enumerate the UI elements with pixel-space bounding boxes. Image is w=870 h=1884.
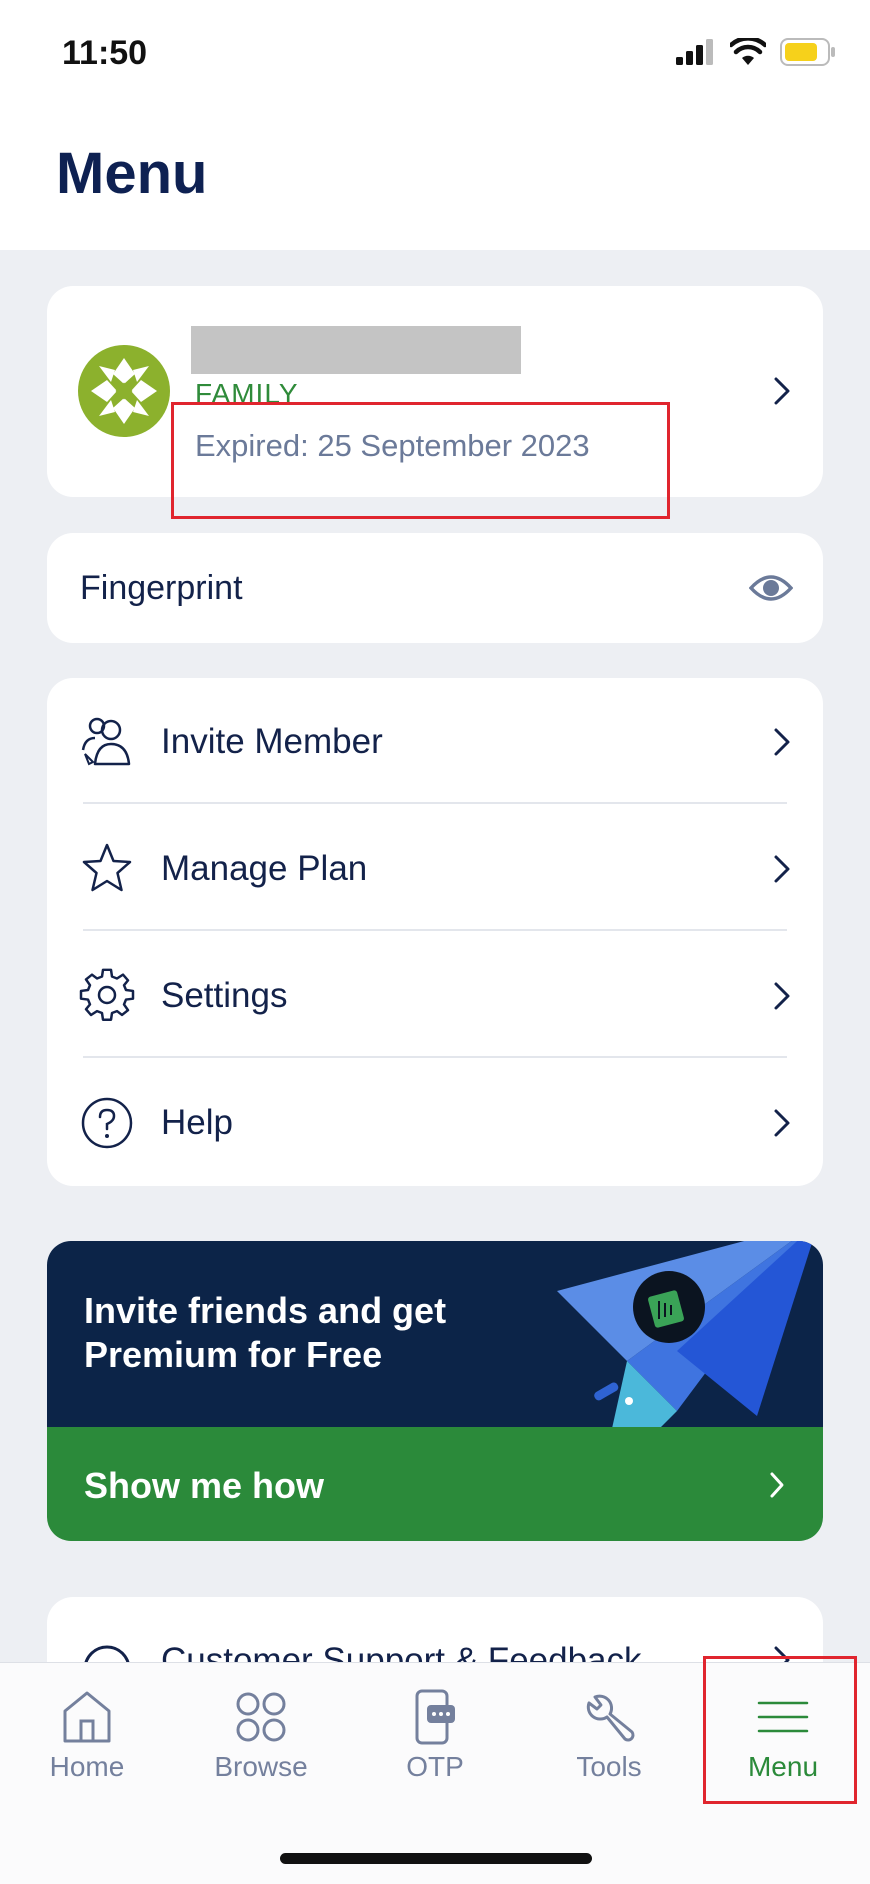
chevron-right-icon <box>770 1472 784 1498</box>
status-time: 11:50 <box>62 34 148 72</box>
invite-promo-banner: Invite friends and get Premium for Free … <box>47 1241 823 1541</box>
account-card[interactable]: FAMILY Expired: 25 September 2023 <box>47 286 823 497</box>
header: Menu <box>0 110 870 250</box>
battery-icon <box>780 38 835 66</box>
chevron-right-icon <box>774 855 790 883</box>
promo-top: Invite friends and get Premium for Free <box>47 1241 823 1451</box>
wrench-icon <box>586 1694 635 1742</box>
otp-icon <box>415 1689 455 1745</box>
gear-icon <box>79 968 135 1021</box>
tab-bar: Home Browse OTP Tools Menu <box>0 1662 870 1884</box>
paper-plane-illustration <box>557 1241 813 1451</box>
promo-cta-label: Show me how <box>84 1465 325 1506</box>
menu-item-settings[interactable]: Settings <box>47 932 823 1059</box>
eye-icon[interactable] <box>749 568 793 608</box>
chevron-right-icon <box>774 1109 790 1137</box>
menu-item-invite-member[interactable]: Invite Member <box>47 678 823 805</box>
menu-item-help[interactable]: Help <box>47 1059 823 1186</box>
home-icon <box>63 1691 111 1743</box>
divider <box>83 802 787 804</box>
tab-menu[interactable]: Menu <box>696 1663 870 1793</box>
show-me-how-button[interactable]: Show me how <box>47 1427 823 1541</box>
menu-item-label: Invite Member <box>161 722 383 761</box>
chevron-right-icon <box>774 728 790 756</box>
promo-text: Invite friends and get Premium for Free <box>84 1290 447 1375</box>
tab-label: Home <box>49 1751 125 1782</box>
browse-icon <box>236 1692 286 1742</box>
menu-item-manage-plan[interactable]: Manage Plan <box>47 805 823 932</box>
tab-browse[interactable]: Browse <box>174 1663 348 1793</box>
menu-item-label: Settings <box>161 976 288 1015</box>
chevron-right-icon <box>774 377 790 405</box>
page-title: Menu <box>56 141 208 206</box>
menu-list: Invite Member Manage Plan Settings Help <box>47 678 823 1186</box>
star-icon <box>82 843 132 892</box>
menu-lines-icon <box>757 1701 809 1733</box>
fingerprint-row[interactable]: Fingerprint <box>47 533 823 643</box>
help-icon <box>81 1097 133 1149</box>
menu-item-label: Manage Plan <box>161 849 368 888</box>
wifi-icon <box>730 38 766 65</box>
tab-label: Tools <box>576 1751 642 1782</box>
divider <box>83 929 787 931</box>
tab-otp[interactable]: OTP <box>348 1663 522 1793</box>
status-icons <box>676 38 836 66</box>
tab-tools[interactable]: Tools <box>522 1663 696 1793</box>
tab-label: Menu <box>747 1751 819 1782</box>
invite-member-icon <box>81 717 131 766</box>
plan-label: FAMILY <box>195 378 299 404</box>
menu-item-label: Help <box>161 1103 233 1142</box>
divider <box>83 1056 787 1058</box>
status-bar: 11:50 <box>0 0 870 110</box>
tab-home[interactable]: Home <box>0 1663 174 1793</box>
home-indicator <box>280 1853 592 1864</box>
chevron-right-icon <box>774 982 790 1010</box>
tab-label: Browse <box>214 1751 308 1782</box>
signal-icon <box>676 39 713 65</box>
avatar <box>78 345 170 437</box>
tab-label: OTP <box>406 1751 464 1782</box>
redacted-account-name <box>191 326 521 374</box>
expiry-date: Expired: 25 September 2023 <box>195 428 590 463</box>
fingerprint-label: Fingerprint <box>80 569 243 607</box>
